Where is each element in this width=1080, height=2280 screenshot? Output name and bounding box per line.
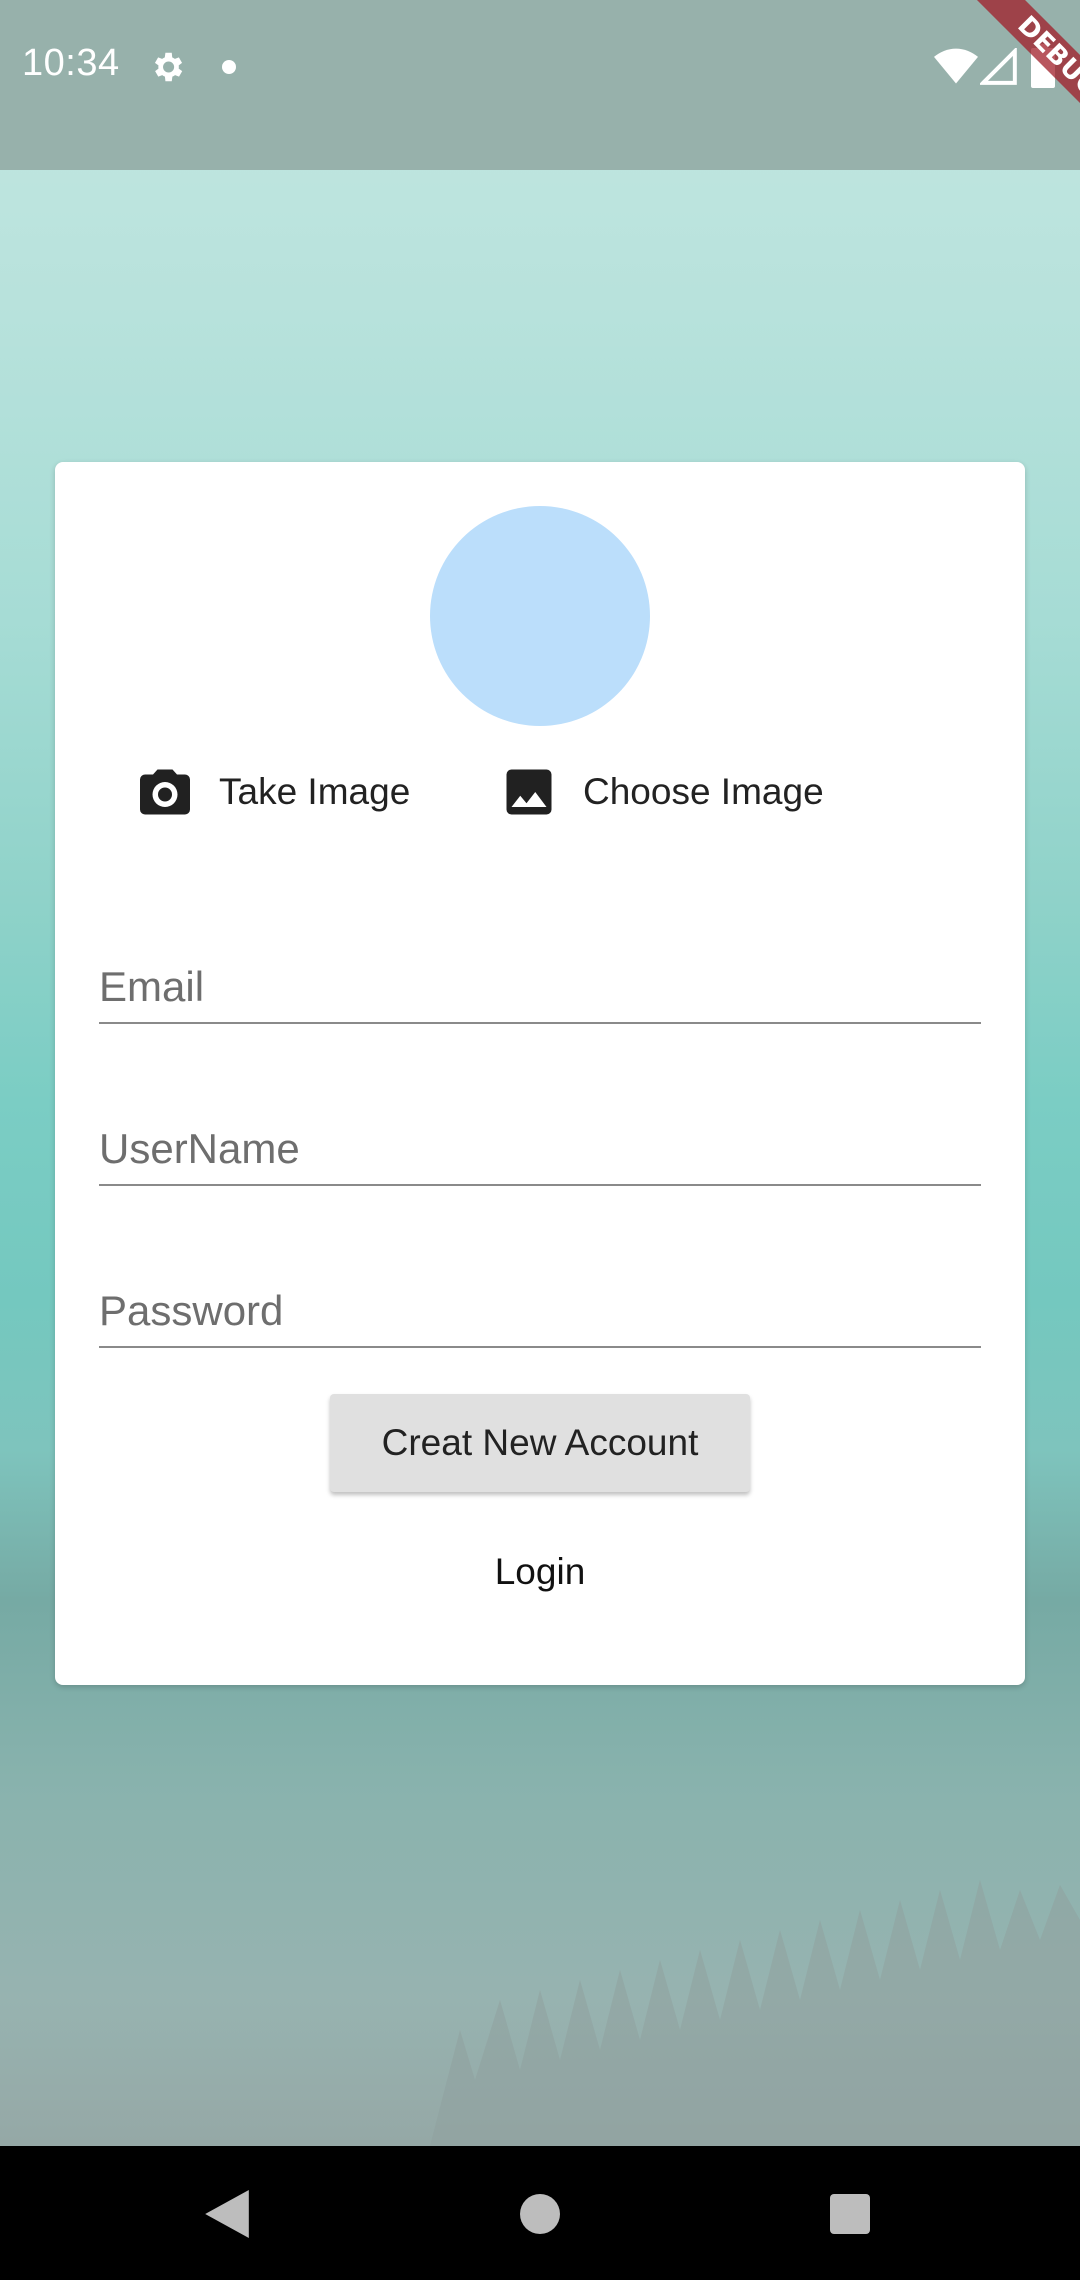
debug-banner: DEBUG (920, 0, 1080, 160)
choose-image-button[interactable]: Choose Image (499, 752, 824, 832)
create-account-button[interactable]: Creat New Account (330, 1394, 750, 1492)
status-time: 10:34 (22, 42, 120, 84)
notification-dot-icon (222, 60, 236, 74)
status-bar: 10:34 DEBUG (0, 0, 1080, 170)
email-field (99, 922, 981, 1024)
navigation-bar (0, 2146, 1080, 2280)
email-input[interactable] (99, 922, 981, 1022)
signup-card: Take Image Choose Image Creat New Accoun… (55, 462, 1025, 1685)
choose-image-label: Choose Image (583, 771, 824, 812)
recent-apps-icon[interactable] (830, 2194, 870, 2234)
avatar[interactable] (430, 506, 650, 726)
app-screen: 10:34 DEBUG Take Image Choose Image Emai… (0, 0, 1080, 2280)
image-icon (506, 769, 552, 815)
camera-icon (140, 769, 190, 815)
username-input[interactable] (99, 1084, 981, 1184)
password-field (99, 1246, 981, 1348)
take-image-label: Take Image (219, 771, 411, 812)
home-icon[interactable] (520, 2194, 560, 2234)
password-input[interactable] (99, 1246, 981, 1346)
gear-icon (154, 52, 183, 82)
username-field (99, 1084, 981, 1186)
take-image-button[interactable]: Take Image (135, 752, 410, 832)
login-button[interactable]: Login (440, 1532, 640, 1612)
background-trees (430, 1880, 1080, 2146)
debug-label: DEBUG (968, 0, 1080, 147)
back-icon[interactable] (204, 2190, 250, 2238)
